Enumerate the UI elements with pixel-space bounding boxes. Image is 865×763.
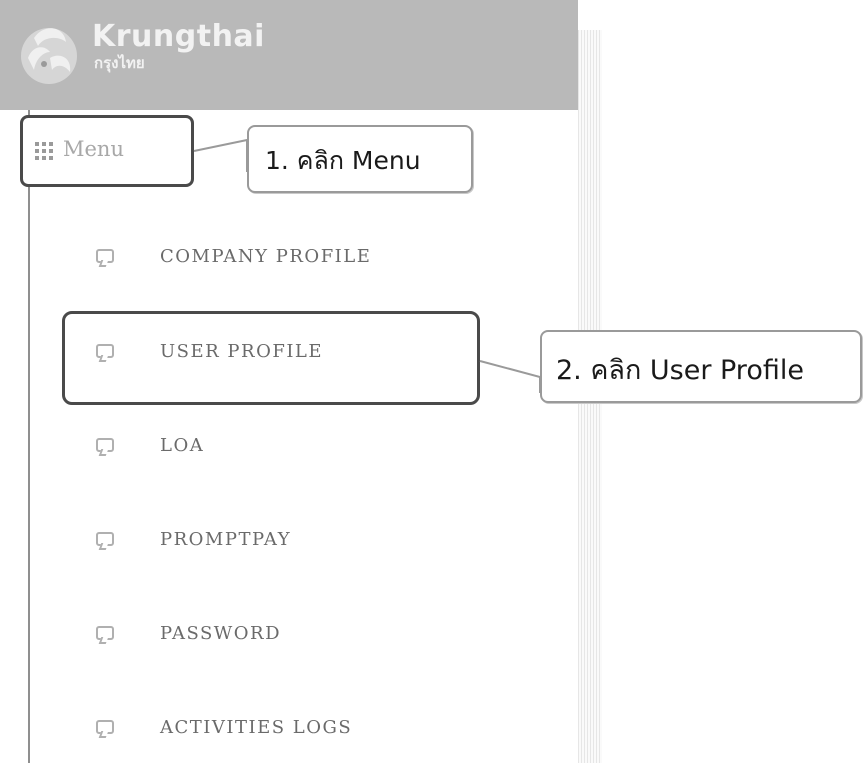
sidebar-item-label: LOA <box>160 435 205 456</box>
sidebar-item-activities-logs[interactable]: ACTIVITIES LOGS <box>64 710 464 750</box>
krungthai-logo-icon <box>21 28 77 84</box>
sidebar-item-password[interactable]: PASSWORD <box>64 616 464 656</box>
brand: Krungthai กรุงไทย <box>92 19 265 73</box>
sidebar-item-label: ACTIVITIES LOGS <box>160 717 353 738</box>
sidebar-item-label: COMPANY PROFILE <box>160 246 372 267</box>
brand-name: Krungthai <box>92 19 265 54</box>
sidebar-divider <box>28 110 30 763</box>
chat-bubble-icon <box>96 720 114 734</box>
menu-toggle-button[interactable]: Menu <box>20 115 194 187</box>
chat-bubble-icon <box>96 626 114 640</box>
chat-bubble-icon <box>96 249 114 263</box>
chat-bubble-icon <box>96 532 114 546</box>
sidebar-item-label: PROMPTPAY <box>160 529 292 550</box>
sidebar-item-company-profile[interactable]: COMPANY PROFILE <box>64 239 464 279</box>
app-header: Krungthai กรุงไทย <box>0 0 578 110</box>
chat-bubble-icon <box>96 438 114 452</box>
sidebar-item-label: PASSWORD <box>160 623 282 644</box>
grid-icon <box>35 142 53 160</box>
menu-label: Menu <box>63 137 124 161</box>
callout-step-2: 2. คลิก User Profile <box>540 330 862 403</box>
sidebar-item-promptpay[interactable]: PROMPTPAY <box>64 522 464 562</box>
brand-subtitle: กรุงไทย <box>94 54 145 72</box>
sidebar-item-loa[interactable]: LOA <box>64 428 464 468</box>
highlight-user-profile <box>62 311 480 405</box>
callout-step-1: 1. คลิก Menu <box>247 125 473 193</box>
